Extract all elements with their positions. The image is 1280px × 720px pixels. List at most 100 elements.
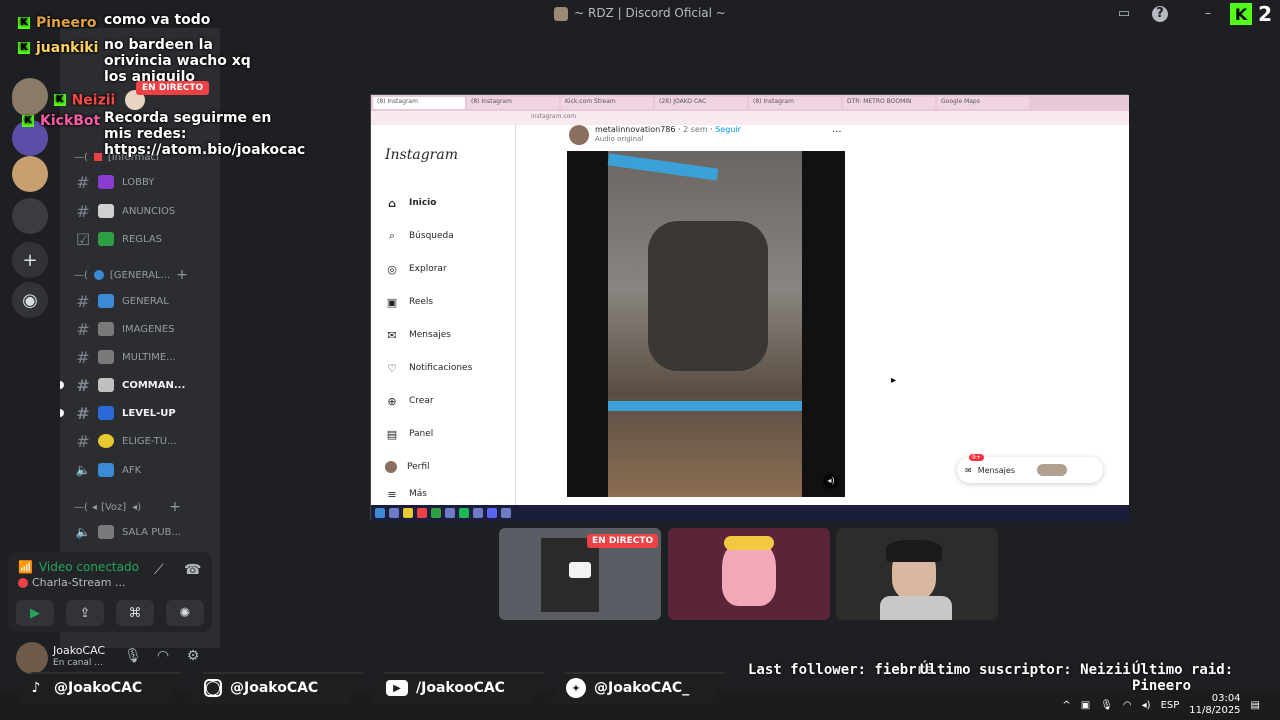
settings-gear-icon[interactable]: ⚙ <box>184 648 202 666</box>
add-channel-icon[interactable]: + <box>176 267 188 283</box>
kick-viewer-count: K 2 <box>1230 2 1272 26</box>
browser-tab[interactable]: (8) Instagram <box>373 97 465 109</box>
video-tile-stream[interactable]: EN DIRECTO <box>499 528 661 620</box>
channel-imagenes[interactable]: # IMAGENES <box>74 318 214 340</box>
rules-icon: ☑ <box>75 229 91 249</box>
voice-channel[interactable]: Charla-Stream ... <box>18 576 125 589</box>
nav-panel[interactable]: ▤ Panel <box>385 424 433 444</box>
nav-explorar[interactable]: ◎ Explorar <box>385 259 446 279</box>
channel-sala-publica[interactable]: 🔈 SALA PUB... <box>74 521 214 543</box>
tiktok-icon: ♪ <box>31 680 41 696</box>
clock[interactable]: 03:04 11/8/2025 <box>1189 693 1240 717</box>
notifications-icon[interactable]: ▤ <box>1251 700 1260 711</box>
nav-label: Notificaciones <box>409 363 473 373</box>
microphone-icon[interactable]: 🎙 <box>1100 700 1113 711</box>
nav-crear[interactable]: ⊕ Crear <box>385 391 433 411</box>
channel-multimedia[interactable]: # MULTIME... <box>74 346 214 368</box>
chat-text: Recorda seguirme en mis redes: https://a… <box>104 110 306 158</box>
messages-pill[interactable]: 9+ ✉ Mensajes <box>957 454 1103 483</box>
microphone-icon[interactable]: 🎙 <box>124 648 142 666</box>
instagram-logo[interactable]: Instagram <box>385 147 458 163</box>
unread-indicator <box>60 409 64 417</box>
activity-button[interactable]: ⌘ <box>116 600 154 626</box>
volume-icon[interactable]: ◂) <box>1142 700 1151 711</box>
follow-button[interactable]: Seguir <box>715 125 741 134</box>
avatar[interactable] <box>16 642 48 674</box>
minimize-button[interactable]: – <box>1200 6 1216 22</box>
browser-tab[interactable]: (8) Instagram <box>749 97 841 109</box>
add-server-icon[interactable]: + <box>12 242 48 278</box>
messenger-icon: ✉ <box>387 328 397 342</box>
kick-badge-icon: K <box>53 94 66 106</box>
nav-inicio[interactable]: ⌂ Inicio <box>385 193 436 213</box>
camera-button[interactable]: ▶ <box>16 600 54 626</box>
channel-emoji-icon <box>98 406 114 420</box>
channel-reglas[interactable]: ☑ REGLAS <box>74 228 214 250</box>
discover-icon[interactable]: ◉ <box>12 282 48 318</box>
screen-share-icon <box>569 562 591 578</box>
volume-icon[interactable]: ◂) <box>823 473 839 489</box>
nav-mas[interactable]: ≡ Más <box>385 487 427 501</box>
disconnect-icon[interactable]: ☎ <box>184 562 201 578</box>
help-icon[interactable]: ? <box>1152 6 1168 22</box>
messages-label: Mensajes <box>977 465 1015 475</box>
video-tile-avatar[interactable] <box>668 528 830 620</box>
browser-tab[interactable]: (28) JOAKO CAC <box>655 97 747 109</box>
chevron-up-icon[interactable]: ^ <box>1062 700 1070 711</box>
address-bar[interactable]: instagram.com <box>371 111 1129 125</box>
browser-tab[interactable]: (8) Instagram <box>467 97 559 109</box>
server-icon-4[interactable] <box>12 198 48 234</box>
search-icon: ⌕ <box>388 229 396 242</box>
headphones-icon[interactable]: ◠ <box>154 648 172 666</box>
nav-notificaciones[interactable]: ♡ Notificaciones <box>385 358 472 378</box>
category-general[interactable]: —( [GENERAL... + <box>74 266 188 284</box>
add-channel-icon[interactable]: + <box>169 499 181 515</box>
channel-emoji-icon <box>98 204 114 218</box>
post-author[interactable]: metalinnovation786 <box>595 125 675 134</box>
hash-icon: # <box>76 403 90 423</box>
channel-general[interactable]: # GENERAL <box>74 290 214 312</box>
nav-reels[interactable]: ▣ Reels <box>385 292 433 312</box>
twitter-icon: ✦ <box>566 678 586 698</box>
browser-tab[interactable]: DTR: METRO BOOMIN <box>843 97 935 109</box>
more-options-icon[interactable]: ··· <box>832 127 842 138</box>
username[interactable]: JoakoCAC <box>53 644 105 657</box>
nav-busqueda[interactable]: ⌕ Búsqueda <box>385 226 454 246</box>
soundboard-button[interactable]: ✺ <box>166 600 204 626</box>
social-handle: @JoakoCAC_ <box>594 680 690 696</box>
channel-anuncios[interactable]: # ANUNCIOS <box>74 200 214 222</box>
language-indicator[interactable]: ESP <box>1161 700 1180 711</box>
compass-icon: ◎ <box>387 262 397 276</box>
nav-label: Inicio <box>409 198 437 208</box>
stream-screen[interactable]: (8) Instagram (8) Instagram Kick.com Str… <box>370 94 1129 521</box>
nav-mensajes[interactable]: ✉ Mensajes <box>385 325 451 345</box>
channel-elige-tu[interactable]: # ELIGE-TU... <box>74 430 214 452</box>
wifi-icon[interactable]: ◠ <box>1123 700 1132 711</box>
noise-suppression-icon[interactable]: ⟋ <box>154 562 164 578</box>
avatar[interactable] <box>569 125 589 145</box>
category-voz[interactable]: —( ◂ [Voz] ◂) + <box>74 498 181 516</box>
tray-icon[interactable]: ▣ <box>1081 700 1090 711</box>
avatar-group <box>1036 464 1067 476</box>
channel-label: ANUNCIOS <box>122 205 176 217</box>
browser-tab-bar: (8) Instagram (8) Instagram Kick.com Str… <box>371 95 1129 111</box>
inbox-icon[interactable]: ▭ <box>1116 6 1132 22</box>
metal-tank <box>648 221 768 371</box>
browser-tab[interactable]: Google Maps <box>937 97 1029 109</box>
channel-label: MULTIME... <box>122 351 176 363</box>
nav-perfil[interactable]: Perfil <box>385 457 430 477</box>
avatar <box>385 461 397 473</box>
channel-level-up[interactable]: # LEVEL-UP <box>60 402 214 424</box>
video-tile-webcam[interactable] <box>836 528 998 620</box>
channel-afk[interactable]: 🔈 AFK <box>74 459 214 481</box>
screen-share-button[interactable]: ⇪ <box>66 600 104 626</box>
browser-icon <box>417 508 427 518</box>
social-instagram: ◯ @JoakoCAC <box>204 674 318 702</box>
social-handle: @JoakoCAC <box>230 680 319 696</box>
post-audio[interactable]: Audio original <box>595 135 643 143</box>
channel-commands[interactable]: # COMMAN... <box>60 374 214 396</box>
nav-label: Mensajes <box>409 330 451 340</box>
reel-video[interactable]: ◂) <box>567 151 845 497</box>
browser-tab[interactable]: Kick.com Stream <box>561 97 653 109</box>
plus-icon: ⊕ <box>387 394 397 408</box>
